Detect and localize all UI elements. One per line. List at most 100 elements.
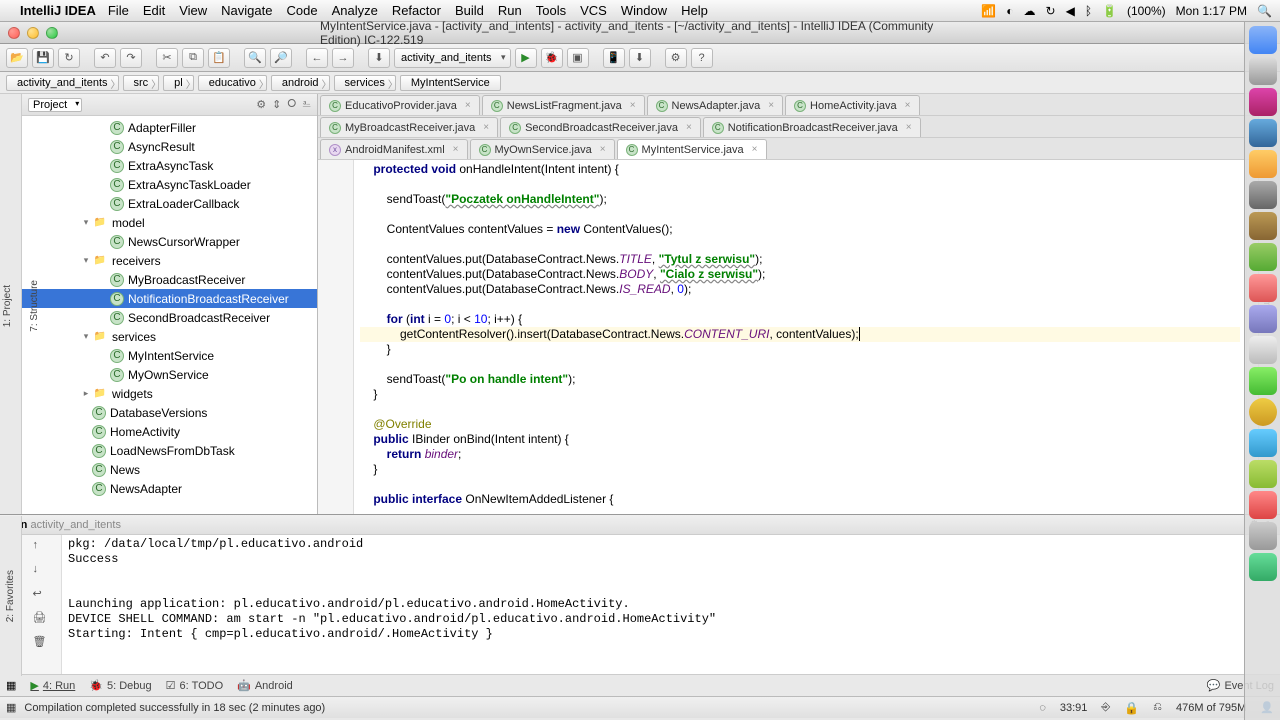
tab-close-icon[interactable]: ×: [686, 122, 692, 133]
menu-tools[interactable]: Tools: [536, 3, 566, 18]
editor-tab-educativoprovider-java[interactable]: CEducativoProvider.java×: [320, 95, 480, 115]
status-clock[interactable]: Mon 1:17 PM: [1176, 4, 1247, 18]
menu-navigate[interactable]: Navigate: [221, 3, 272, 18]
tab-close-icon[interactable]: ×: [453, 144, 459, 155]
dock-app-icon[interactable]: [1249, 367, 1277, 395]
editor-tab-newslistfragment-java[interactable]: CNewsListFragment.java×: [482, 95, 645, 115]
editor-tab-notificationbroadcastreceiver-java[interactable]: CNotificationBroadcastReceiver.java×: [703, 117, 921, 137]
tab-close-icon[interactable]: ×: [630, 100, 636, 111]
menu-build[interactable]: Build: [455, 3, 484, 18]
tree-item-asyncresult[interactable]: CAsyncResult: [22, 137, 317, 156]
tool-project[interactable]: 1: Project: [0, 283, 15, 329]
editor-tab-myintentservice-java[interactable]: CMyIntentService.java×: [617, 139, 767, 159]
project-hide-icon[interactable]: ⎁: [302, 98, 311, 111]
editor-tab-androidmanifest-xml[interactable]: xAndroidManifest.xml×: [320, 139, 468, 159]
dock-app-icon[interactable]: [1249, 150, 1277, 178]
tool-todo[interactable]: ☑6: TODO: [166, 679, 223, 692]
tree-item-notificationbroadcastreceiver[interactable]: CNotificationBroadcastReceiver: [22, 289, 317, 308]
sync-button[interactable]: ↻: [58, 48, 80, 68]
project-tree[interactable]: CAdapterFillerCAsyncResultCExtraAsyncTas…: [22, 116, 317, 514]
dock-trash-icon[interactable]: [1249, 553, 1277, 581]
scroll-up-button[interactable]: ↑: [33, 539, 51, 557]
tree-item-secondbroadcastreceiver[interactable]: CSecondBroadcastReceiver: [22, 308, 317, 327]
run-console[interactable]: pkg: /data/local/tmp/pl.educativo.androi…: [62, 535, 1280, 674]
tree-item-extraasynctask[interactable]: CExtraAsyncTask: [22, 156, 317, 175]
menu-help[interactable]: Help: [681, 3, 708, 18]
tree-item-extraasynctaskloader[interactable]: CExtraAsyncTaskLoader: [22, 175, 317, 194]
print-button[interactable]: 🖨: [33, 611, 51, 629]
status-caret-pos[interactable]: 33:91: [1060, 702, 1088, 714]
tab-close-icon[interactable]: ×: [465, 100, 471, 111]
status-network-icon[interactable]: ◐: [1006, 4, 1013, 18]
dock-app-icon[interactable]: [1249, 305, 1277, 333]
tree-item-myownservice[interactable]: CMyOwnService: [22, 365, 317, 384]
debug-button[interactable]: 🐞: [541, 48, 563, 68]
status-corner-icon[interactable]: ▦: [6, 701, 16, 714]
back-button[interactable]: ←: [306, 48, 328, 68]
tree-item-adapterfiller[interactable]: CAdapterFiller: [22, 118, 317, 137]
coverage-button[interactable]: ▣: [567, 48, 589, 68]
crumb-5[interactable]: services: [334, 75, 396, 91]
undo-button[interactable]: ↶: [94, 48, 116, 68]
tool-run[interactable]: ▶4: Run: [30, 679, 75, 692]
status-progress-icon[interactable]: ◌: [1039, 702, 1046, 714]
menu-window[interactable]: Window: [621, 3, 667, 18]
crumb-6[interactable]: MyIntentService: [400, 75, 501, 91]
save-button[interactable]: 💾: [32, 48, 54, 68]
project-view-dropdown[interactable]: Project: [28, 98, 82, 112]
app-menu[interactable]: IntelliJ IDEA: [20, 3, 96, 18]
bottom-left-corner-icon[interactable]: ▦: [6, 679, 16, 692]
crumb-4[interactable]: android: [271, 75, 330, 91]
editor-tab-secondbroadcastreceiver-java[interactable]: CSecondBroadcastReceiver.java×: [500, 117, 701, 137]
tab-close-icon[interactable]: ×: [768, 100, 774, 111]
crumb-0[interactable]: activity_and_itents: [6, 75, 119, 91]
menu-code[interactable]: Code: [286, 3, 317, 18]
editor-tab-mybroadcastreceiver-java[interactable]: CMyBroadcastReceiver.java×: [320, 117, 498, 137]
run-button[interactable]: ▶: [515, 48, 537, 68]
tree-item-receivers[interactable]: ▾📁receivers: [22, 251, 317, 270]
editor-gutter[interactable]: [318, 160, 354, 514]
clear-button[interactable]: 🗑: [33, 635, 51, 653]
crumb-2[interactable]: pl: [163, 75, 194, 91]
status-battery-icon[interactable]: 🔋: [1102, 4, 1117, 18]
dock-app-icon[interactable]: [1249, 181, 1277, 209]
make-button[interactable]: ⬇: [368, 48, 390, 68]
tree-item-services[interactable]: ▾📁services: [22, 327, 317, 346]
menu-file[interactable]: File: [108, 3, 129, 18]
crumb-1[interactable]: src: [123, 75, 160, 91]
dock-app-icon[interactable]: [1249, 491, 1277, 519]
window-close-button[interactable]: [8, 27, 20, 39]
find-button[interactable]: 🔍: [244, 48, 266, 68]
tab-close-icon[interactable]: ×: [906, 122, 912, 133]
dock-app-icon[interactable]: [1249, 336, 1277, 364]
menu-run[interactable]: Run: [498, 3, 522, 18]
forward-button[interactable]: →: [332, 48, 354, 68]
dock-app-icon[interactable]: [1249, 522, 1277, 550]
project-settings-icon[interactable]: ⚙: [256, 98, 266, 111]
redo-button[interactable]: ↷: [120, 48, 142, 68]
dock-app-icon[interactable]: [1249, 88, 1277, 116]
copy-button[interactable]: ⧉: [182, 48, 204, 68]
code-editor[interactable]: protected void onHandleIntent(Intent int…: [354, 160, 1246, 514]
menu-analyze[interactable]: Analyze: [332, 3, 378, 18]
settings-button[interactable]: ⚙: [665, 48, 687, 68]
crumb-3[interactable]: educativo: [198, 75, 267, 91]
status-bluetooth-icon[interactable]: ᛒ: [1085, 4, 1092, 18]
tool-structure[interactable]: 7: Structure: [27, 278, 42, 334]
window-minimize-button[interactable]: [27, 27, 39, 39]
status-memory[interactable]: 476M of 795M: [1176, 702, 1246, 714]
menu-view[interactable]: View: [179, 3, 207, 18]
project-collapse-icon[interactable]: ⇕: [272, 98, 281, 111]
tree-item-mybroadcastreceiver[interactable]: CMyBroadcastReceiver: [22, 270, 317, 289]
editor-tab-newsadapter-java[interactable]: CNewsAdapter.java×: [647, 95, 784, 115]
tool-favorites[interactable]: 2: Favorites: [5, 570, 16, 622]
tab-close-icon[interactable]: ×: [600, 144, 606, 155]
tab-close-icon[interactable]: ×: [905, 100, 911, 111]
dock-app-icon[interactable]: [1249, 57, 1277, 85]
status-sync-icon[interactable]: ↻: [1046, 4, 1056, 18]
tree-item-databaseversions[interactable]: CDatabaseVersions: [22, 403, 317, 422]
project-autoscroll-icon[interactable]: ⭘: [287, 98, 296, 111]
menu-vcs[interactable]: VCS: [580, 3, 607, 18]
menu-edit[interactable]: Edit: [143, 3, 165, 18]
editor-tab-homeactivity-java[interactable]: CHomeActivity.java×: [785, 95, 919, 115]
